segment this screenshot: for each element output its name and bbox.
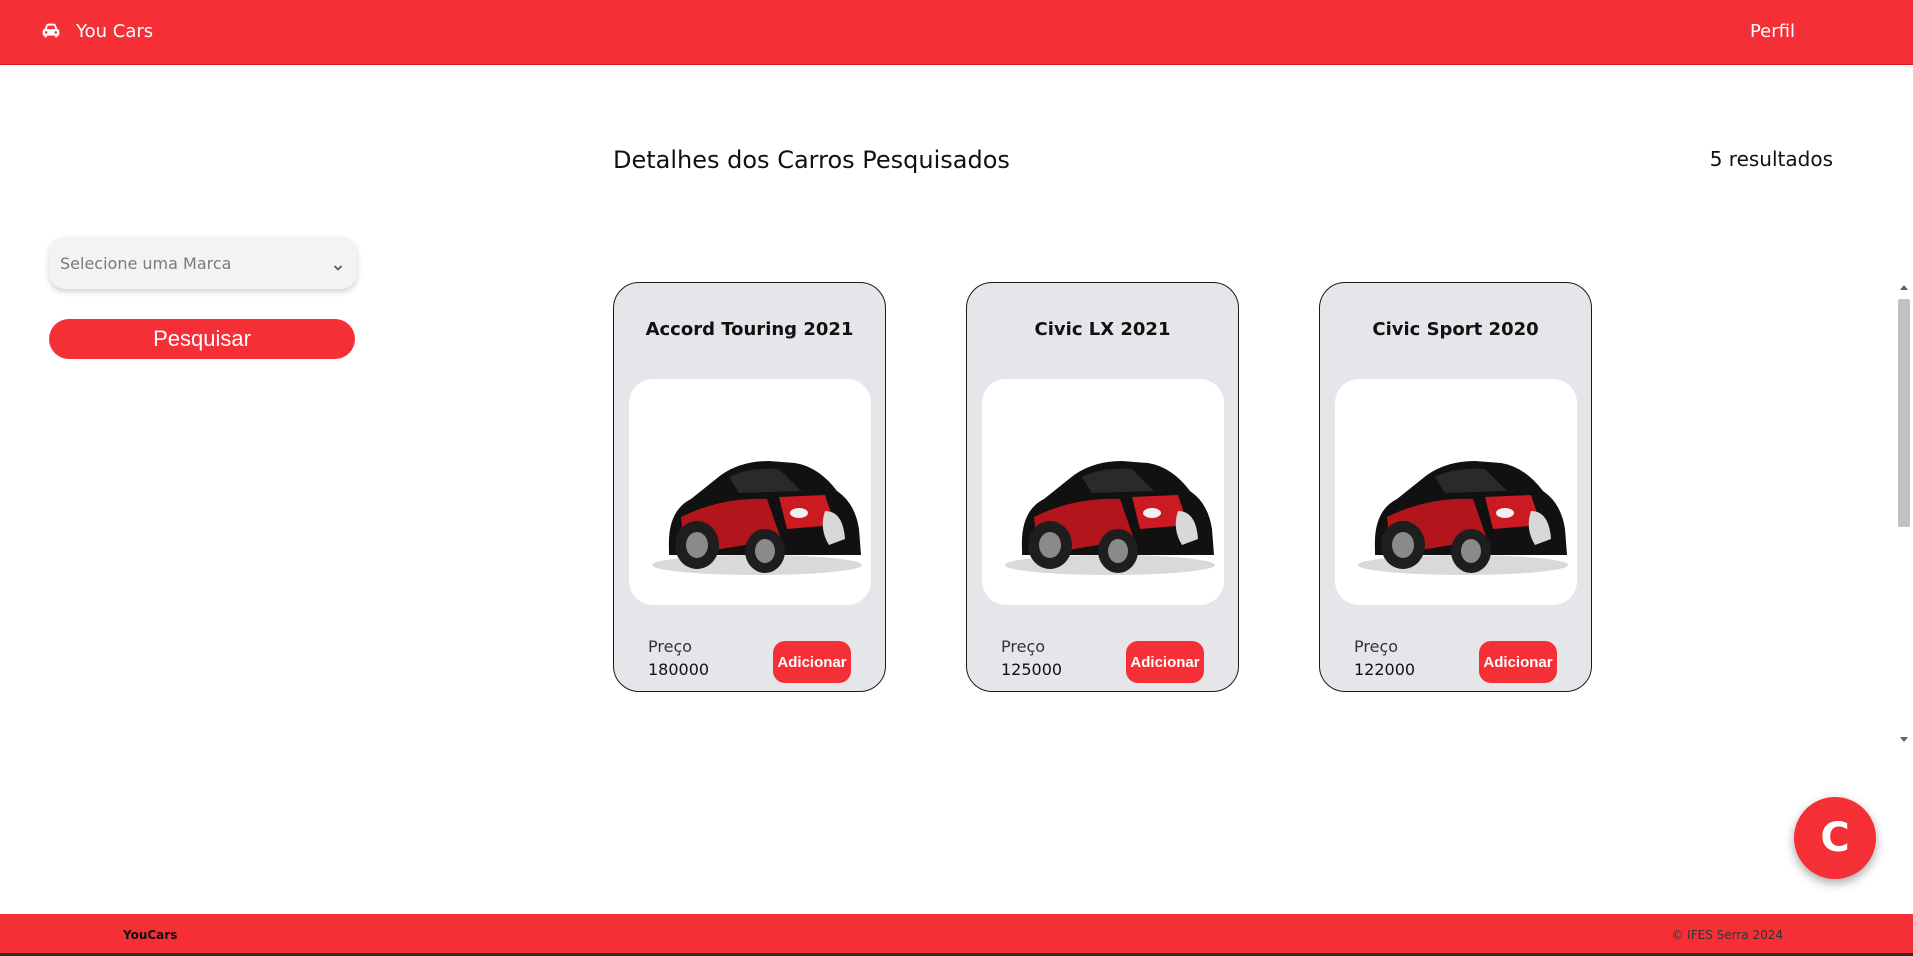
chevron-down-icon	[333, 258, 343, 271]
price-label: Preço	[1001, 637, 1046, 656]
footer-copyright: © IFES Serra 2024	[1671, 928, 1783, 942]
car-image	[982, 379, 1224, 605]
scroll-up-arrow-icon[interactable]	[1900, 285, 1908, 290]
brand-select[interactable]: Selecione uma Marca	[49, 237, 357, 289]
price-value: 122000	[1354, 660, 1416, 679]
scroll-down-arrow-icon[interactable]	[1900, 737, 1908, 742]
chat-fab-button[interactable]: C	[1794, 797, 1876, 879]
page-title: Detalhes dos Carros Pesquisados	[613, 146, 1010, 174]
price-value: 125000	[1001, 660, 1063, 679]
results-count: 5 resultados	[1709, 147, 1833, 171]
add-button[interactable]: Adicionar	[773, 641, 851, 683]
car-card: Accord Touring 2021 Preço 180000 Adicion…	[613, 282, 886, 692]
car-card: Civic Sport 2020 Preço 122000 Adicionar	[1319, 282, 1592, 692]
footer: YouCars © IFES Serra 2024	[0, 914, 1913, 956]
search-button[interactable]: Pesquisar	[49, 319, 355, 359]
price-label: Preço	[1354, 637, 1399, 656]
car-title: Civic LX 2021	[1034, 319, 1171, 340]
car-card-list: Accord Touring 2021 Preço 180000 Adicion…	[613, 282, 1592, 692]
car-icon	[40, 20, 62, 42]
add-button[interactable]: Adicionar	[1126, 641, 1204, 683]
footer-brand: YouCars	[123, 928, 178, 942]
add-button[interactable]: Adicionar	[1479, 641, 1557, 683]
results-scrollbar[interactable]	[1895, 283, 1913, 746]
scroll-thumb[interactable]	[1898, 299, 1910, 527]
price-value: 180000	[648, 660, 710, 679]
car-card: Civic LX 2021 Preço 125000 Adicionar	[966, 282, 1239, 692]
car-image	[1335, 379, 1577, 605]
price-label: Preço	[648, 637, 693, 656]
top-navbar: You Cars Perfil	[0, 0, 1913, 65]
car-image	[629, 379, 871, 605]
car-title: Civic Sport 2020	[1372, 319, 1539, 340]
brand-link[interactable]: You Cars	[40, 20, 153, 42]
car-title: Accord Touring 2021	[645, 319, 854, 340]
brand-select-value: Selecione uma Marca	[60, 253, 232, 273]
brand-label: You Cars	[76, 20, 154, 42]
profile-link[interactable]: Perfil	[1750, 21, 1795, 42]
